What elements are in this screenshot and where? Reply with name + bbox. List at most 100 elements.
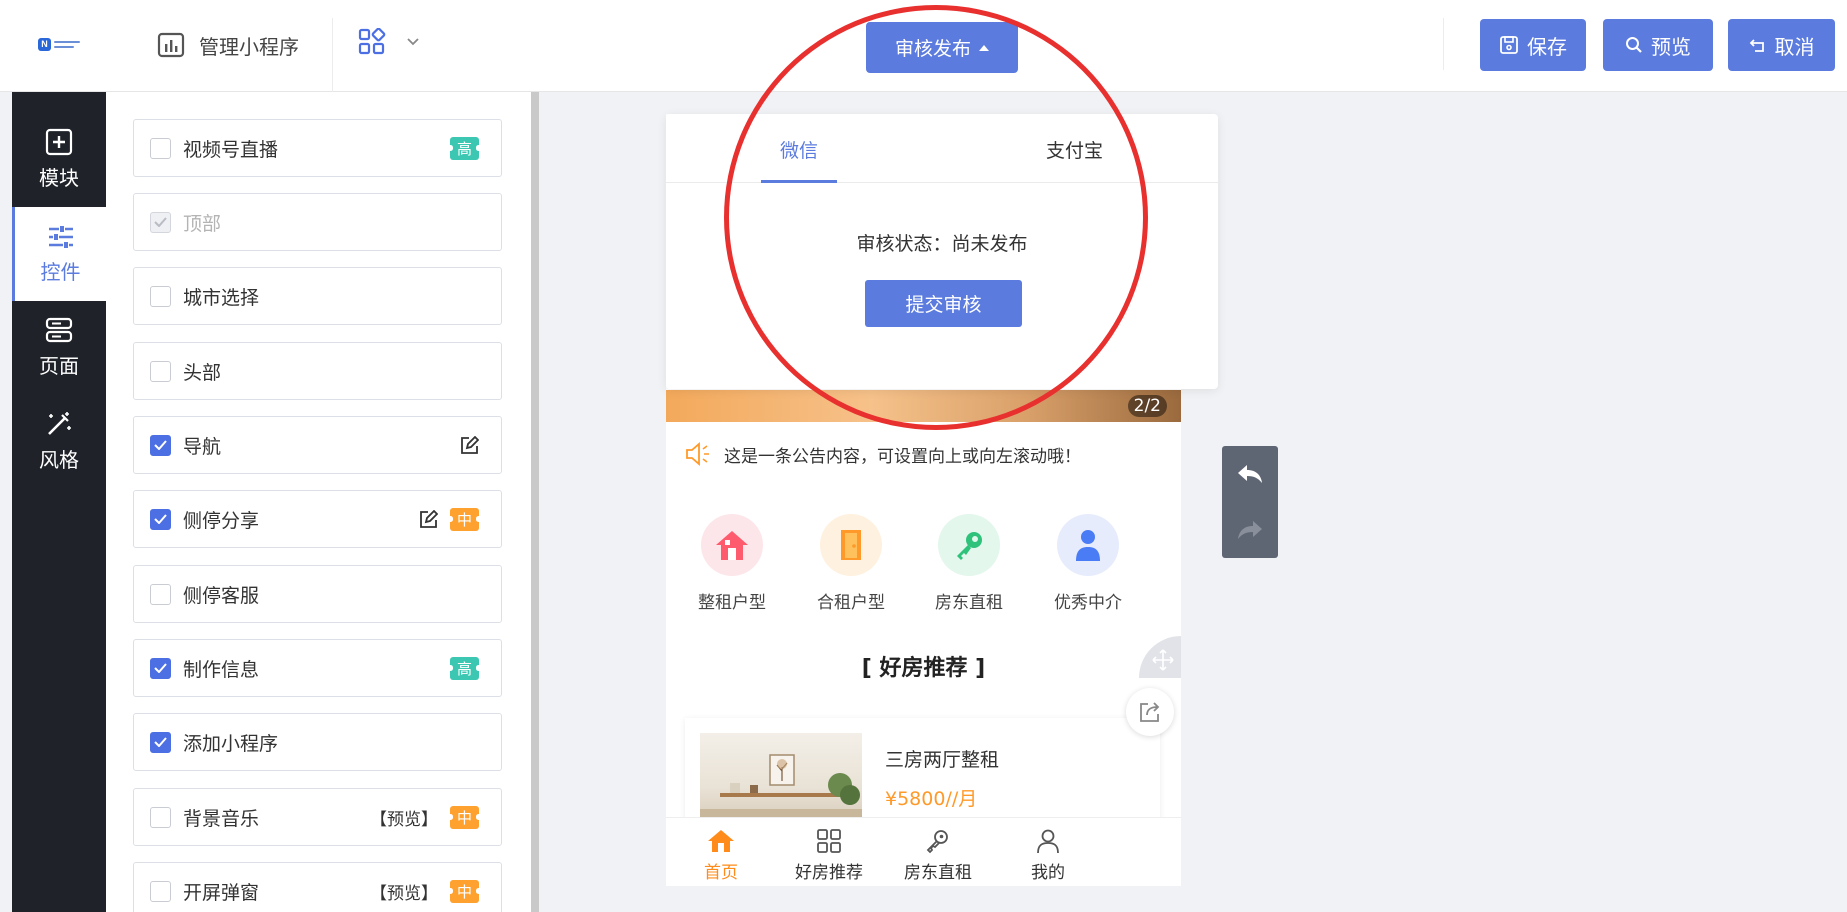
check-icon (154, 440, 167, 450)
control-item-side-share[interactable]: 侧停分享 中 (133, 490, 502, 548)
control-item-maker-info[interactable]: 制作信息 高 (133, 639, 502, 697)
level-badge: 高 (448, 656, 481, 680)
preview-label: 预览 (1651, 34, 1691, 59)
category-shared-rent[interactable]: 合租户型 (796, 514, 906, 613)
preview-button[interactable]: 预览 (1603, 19, 1713, 71)
redo-button[interactable] (1222, 502, 1278, 558)
control-item-navigation[interactable]: 导航 (133, 416, 502, 474)
banner-counter: 2/2 (1127, 395, 1167, 417)
cancel-button[interactable]: 取消 (1728, 19, 1835, 71)
house-title: 三房两厅整租 (885, 749, 1000, 771)
bar-chart-icon (157, 32, 185, 58)
key-icon (926, 830, 948, 854)
grid-icon (817, 829, 841, 853)
category-agency[interactable]: 优秀中介 (1033, 514, 1143, 613)
notice-bar[interactable]: 这是一条公告内容，可设置向上或向左滚动哦！ (684, 441, 1081, 467)
undo-button[interactable] (1222, 446, 1278, 502)
checkbox[interactable] (150, 508, 171, 530)
manage-label: 管理小程序 (199, 34, 299, 59)
category-label: 整租户型 (698, 593, 766, 613)
control-label: 视频号直播 (183, 138, 279, 161)
submit-review-button[interactable]: 提交审核 (865, 280, 1022, 327)
notice-text: 这是一条公告内容，可设置向上或向左滚动哦！ (724, 446, 1081, 467)
level-badge: 中 (448, 879, 481, 903)
nav-label-style: 风格 (39, 447, 79, 472)
control-label: 开屏弹窗 (183, 881, 260, 904)
level-badge: 高 (448, 136, 481, 160)
checkbox[interactable] (150, 583, 171, 605)
nav-item-modules[interactable]: 模块 (12, 112, 106, 206)
category-whole-rent[interactable]: 整租户型 (677, 514, 787, 613)
tab-alipay[interactable]: 支付宝 (1046, 136, 1103, 163)
level-badge: 中 (448, 507, 481, 531)
checkbox[interactable] (150, 285, 171, 307)
checkbox[interactable] (150, 806, 171, 828)
search-icon (1626, 37, 1642, 53)
platform-tabs: 微信 支付宝 (666, 114, 1218, 183)
server-icon (45, 317, 73, 342)
control-item-side-service[interactable]: 侧停客服 (133, 565, 502, 623)
category-label: 优秀中介 (1054, 593, 1122, 613)
sliders-icon (48, 225, 73, 248)
control-item-header[interactable]: 头部 (133, 342, 502, 400)
review-publish-button[interactable]: 审核发布 (866, 22, 1018, 73)
checkbox[interactable] (150, 880, 171, 902)
checkbox[interactable] (150, 657, 171, 679)
preview-link[interactable]: 【预览】 (370, 879, 438, 904)
left-sidebar: 模块 控件 页面 风格 (12, 92, 106, 912)
tab-landlord[interactable]: 房东直租 (883, 828, 993, 883)
control-item-top: 顶部 (133, 193, 502, 251)
control-item-city-select[interactable]: 城市选择 (133, 267, 502, 325)
control-item-add-miniprogram[interactable]: 添加小程序 (133, 713, 502, 771)
checkbox[interactable] (150, 731, 171, 753)
key-icon (957, 532, 982, 560)
checkbox[interactable] (150, 360, 171, 382)
publish-popup: 微信 支付宝 审核状态：尚未发布 提交审核 (666, 114, 1218, 389)
control-label: 导航 (183, 435, 222, 458)
tab-label: 房东直租 (904, 863, 972, 883)
nav-label-controls: 控件 (40, 259, 81, 284)
check-icon (154, 663, 167, 673)
control-label: 侧停分享 (183, 509, 260, 532)
bottom-tabbar: 首页 好房推荐 房东直租 我的 (666, 817, 1181, 886)
nav-item-controls[interactable]: 控件 (12, 207, 106, 301)
control-label: 头部 (183, 361, 222, 384)
app-logo: N (38, 34, 86, 54)
check-icon (154, 217, 167, 227)
plus-square-icon (45, 128, 73, 155)
control-item-video-live[interactable]: 视频号直播 高 (133, 119, 502, 177)
edit-icon[interactable] (419, 509, 438, 529)
preview-link[interactable]: 【预览】 (370, 805, 438, 830)
move-icon (1152, 649, 1174, 671)
controls-panel: 视频号直播 高 顶部 城市选择 头部 导航 侧停分享 中 侧停客服 制作信息 高… (106, 92, 531, 912)
control-item-splash-popup[interactable]: 开屏弹窗 【预览】 中 (133, 862, 502, 912)
move-handle[interactable] (1139, 636, 1181, 678)
save-button[interactable]: 保存 (1480, 19, 1586, 71)
speaker-icon (686, 442, 709, 466)
house-icon (716, 531, 748, 560)
control-label: 城市选择 (183, 286, 260, 309)
manage-miniprogram-button[interactable]: 管理小程序 (157, 30, 299, 60)
nav-item-pages[interactable]: 页面 (12, 300, 106, 394)
category-label: 合租户型 (817, 593, 885, 613)
house-price: ¥5800//月 (885, 788, 978, 810)
top-bar: N 管理小程序 审核发布 保存 预览 取消 (0, 0, 1847, 92)
undo-icon (1238, 465, 1262, 483)
tab-recommend[interactable]: 好房推荐 (774, 828, 884, 883)
control-label: 顶部 (183, 212, 222, 235)
share-button[interactable] (1126, 688, 1174, 736)
tab-home[interactable]: 首页 (666, 828, 776, 883)
category-landlord-direct[interactable]: 房东直租 (914, 514, 1024, 613)
panel-scrollbar[interactable] (531, 92, 539, 912)
banner-image[interactable] (666, 390, 1181, 422)
control-item-bg-music[interactable]: 背景音乐 【预览】 中 (133, 788, 502, 846)
level-badge: 中 (448, 805, 481, 829)
app-switcher-dropdown[interactable] (358, 28, 420, 56)
edit-icon[interactable] (460, 435, 479, 455)
tab-wechat[interactable]: 微信 (780, 136, 818, 163)
nav-item-style[interactable]: 风格 (12, 394, 106, 488)
checkbox[interactable] (150, 137, 171, 159)
checkbox[interactable] (150, 434, 171, 456)
tab-mine[interactable]: 我的 (993, 828, 1103, 883)
cancel-label: 取消 (1774, 34, 1815, 59)
